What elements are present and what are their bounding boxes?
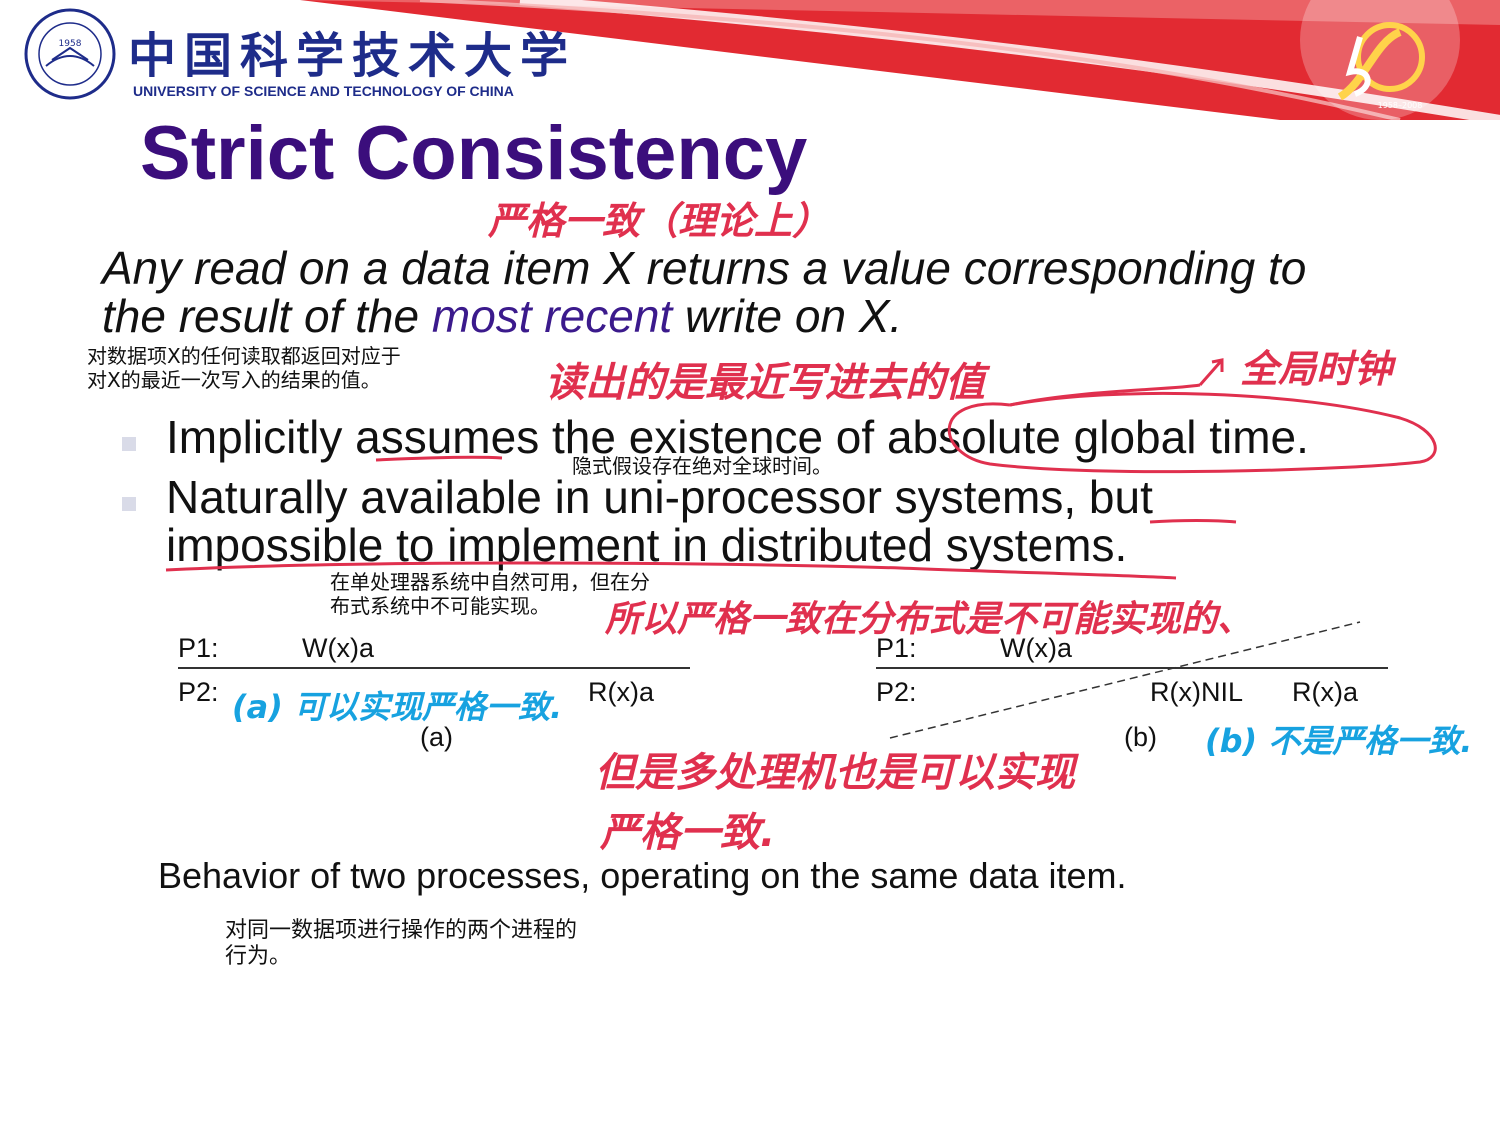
figure-caption-cn: 对同一数据项进行操作的两个进程的 行为。 <box>225 918 578 969</box>
annotation-multiproc-line-1: 但是多处理机也是可以实现 <box>595 750 1075 796</box>
figure-caption: Behavior of two processes, operating on … <box>158 855 1127 896</box>
annotation-b: (b) 不是严格一致. <box>1205 722 1473 760</box>
annotation-multiproc-line-2: 严格一致. <box>600 810 776 856</box>
